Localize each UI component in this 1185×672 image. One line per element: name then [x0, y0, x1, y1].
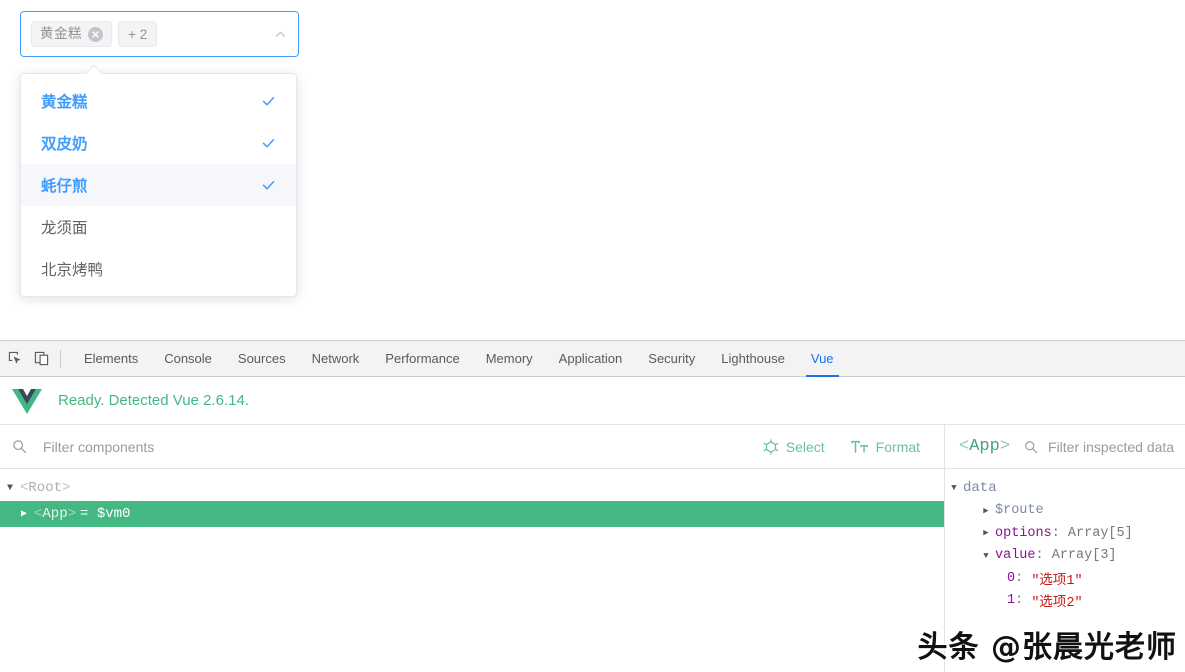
component-tree: ▼ < Root > ▶ < App > = $vm0 — [0, 469, 944, 527]
format-button[interactable]: Format — [850, 438, 920, 455]
caret-right-icon[interactable]: ▶ — [977, 506, 995, 516]
data-colon: : — [1015, 570, 1032, 586]
data-index: 1 — [1007, 593, 1016, 609]
dropdown-option-beijingkaoya[interactable]: 北京烤鸭 — [21, 248, 296, 290]
select-component-button[interactable]: Select — [763, 439, 825, 455]
vue-devtools-body: Select Format ▼ <Root> — [0, 425, 1185, 672]
caret-down-icon[interactable]: ▼ — [977, 551, 995, 561]
vue-logo-icon — [12, 386, 42, 416]
check-icon — [261, 136, 276, 151]
dropdown-option-huangjingao[interactable]: 黄金糕 — [21, 80, 296, 122]
tree-component-name: App — [42, 506, 68, 522]
chevron-up-icon[interactable] — [270, 24, 290, 44]
format-label: Format — [875, 438, 920, 455]
data-type: Array[3] — [1051, 548, 1117, 564]
tree-row[interactable]: ▼ < Root > — [0, 475, 944, 501]
tab-performance[interactable]: Performance — [372, 341, 472, 377]
tag-close-icon[interactable] — [88, 26, 103, 42]
data-colon: : — [1035, 548, 1052, 564]
tab-application[interactable]: Application — [546, 341, 636, 377]
data-colon: : — [1051, 525, 1068, 541]
data-group-label: data — [963, 480, 997, 497]
tree-vm-alias: = $vm0 — [80, 506, 131, 522]
dropdown-arrow — [85, 64, 103, 82]
tab-vue[interactable]: Vue — [798, 341, 847, 377]
data-row[interactable]: ▶ $route — [945, 500, 1185, 523]
inspect-element-icon[interactable] — [2, 346, 28, 372]
tree-row[interactable]: ▶ < App > = $vm0 — [0, 501, 944, 527]
inspected-component-title: <App> — [959, 437, 1010, 456]
tree-component-name: Root — [28, 480, 63, 496]
dropdown-option-longxumian[interactable]: 龙须面 — [21, 206, 296, 248]
option-label: 双皮奶 — [41, 136, 88, 153]
option-label: 龙须面 — [41, 220, 88, 237]
multi-select-input[interactable]: 黄金糕 + 2 — [20, 11, 299, 57]
check-icon — [261, 178, 276, 193]
tab-console[interactable]: Console — [151, 341, 225, 377]
option-label: 黄金糕 — [41, 94, 88, 111]
caret-right-icon[interactable]: ▶ — [977, 528, 995, 538]
tree-open-bracket: < — [34, 506, 43, 522]
inspected-data-tree: ▼ data ▶ $route ▶ options: Array[5] ▼ va… — [945, 469, 1185, 612]
select-component-label: Select — [785, 438, 825, 455]
inspector-toolbar: <App> — [945, 425, 1185, 469]
data-row[interactable]: ▼ value: Array[3] — [945, 545, 1185, 568]
devtools-tabbar: Elements Console Sources Network Perform… — [0, 341, 1185, 377]
toolbar-divider — [60, 349, 61, 368]
text-format-icon — [850, 439, 869, 455]
filter-components-input[interactable] — [43, 438, 737, 455]
search-icon — [1024, 440, 1038, 454]
data-key: value — [995, 548, 1036, 564]
title-close-bracket: > — [999, 437, 1011, 456]
data-group-row[interactable]: ▼ data — [945, 477, 1185, 500]
browser-viewport: 黄金糕 + 2 黄金糕 双皮奶 蚝仔煎 龙须面 北京烤鸭 — [0, 0, 1185, 340]
check-icon — [261, 94, 276, 109]
dropdown-option-haozaijian[interactable]: 蚝仔煎 — [21, 164, 296, 206]
vue-ready-text: Ready. Detected Vue 2.6.14. — [58, 392, 249, 409]
selected-tag-label: 黄金糕 — [40, 26, 82, 42]
data-index: 0 — [1007, 570, 1016, 586]
components-toolbar: Select Format — [0, 425, 944, 469]
title-open-bracket: < — [959, 437, 970, 456]
devtools-panel: Elements Console Sources Network Perform… — [0, 340, 1185, 672]
components-pane: Select Format ▼ <Root> — [0, 425, 945, 672]
select-dropdown-panel: 黄金糕 双皮奶 蚝仔煎 龙须面 北京烤鸭 — [20, 64, 297, 297]
tree-close-bracket: > — [62, 480, 71, 496]
data-row[interactable]: 1: "选项2" — [945, 590, 1185, 613]
caret-down-icon[interactable]: ▼ — [0, 483, 20, 494]
data-type: Array[5] — [1067, 525, 1133, 541]
tab-sources[interactable]: Sources — [225, 341, 299, 377]
data-key: options — [995, 525, 1052, 541]
filter-inspected-data-input[interactable] — [1048, 438, 1185, 455]
tab-lighthouse[interactable]: Lighthouse — [708, 341, 798, 377]
overflow-count-tag[interactable]: + 2 — [118, 21, 158, 47]
data-colon: : — [1015, 593, 1032, 609]
selected-tag[interactable]: 黄金糕 — [31, 21, 112, 47]
tab-memory[interactable]: Memory — [473, 341, 546, 377]
caret-right-icon[interactable]: ▶ — [14, 508, 34, 520]
data-value: "选项2" — [1031, 596, 1083, 612]
target-select-icon — [763, 438, 779, 455]
data-key: $route — [995, 503, 1044, 519]
title-name: App — [969, 437, 1000, 456]
search-icon — [12, 439, 27, 454]
option-label: 北京烤鸭 — [41, 262, 104, 279]
tree-open-bracket: < — [20, 480, 29, 496]
caret-down-icon[interactable]: ▼ — [945, 483, 963, 493]
tab-elements[interactable]: Elements — [71, 341, 151, 377]
dropdown-option-shuangpinai[interactable]: 双皮奶 — [21, 122, 296, 164]
data-row[interactable]: 0: "选项1" — [945, 567, 1185, 590]
inspector-pane: <App> ▼ data ▶ $route — [945, 425, 1185, 672]
tree-close-bracket: > — [67, 506, 77, 522]
option-label: 蚝仔煎 — [41, 178, 88, 195]
data-row[interactable]: ▶ options: Array[5] — [945, 522, 1185, 545]
tab-security[interactable]: Security — [635, 341, 708, 377]
tab-network[interactable]: Network — [299, 341, 373, 377]
vue-status-banner: Ready. Detected Vue 2.6.14. — [0, 377, 1185, 425]
data-value: "选项1" — [1031, 573, 1083, 589]
device-toolbar-icon[interactable] — [28, 346, 54, 372]
